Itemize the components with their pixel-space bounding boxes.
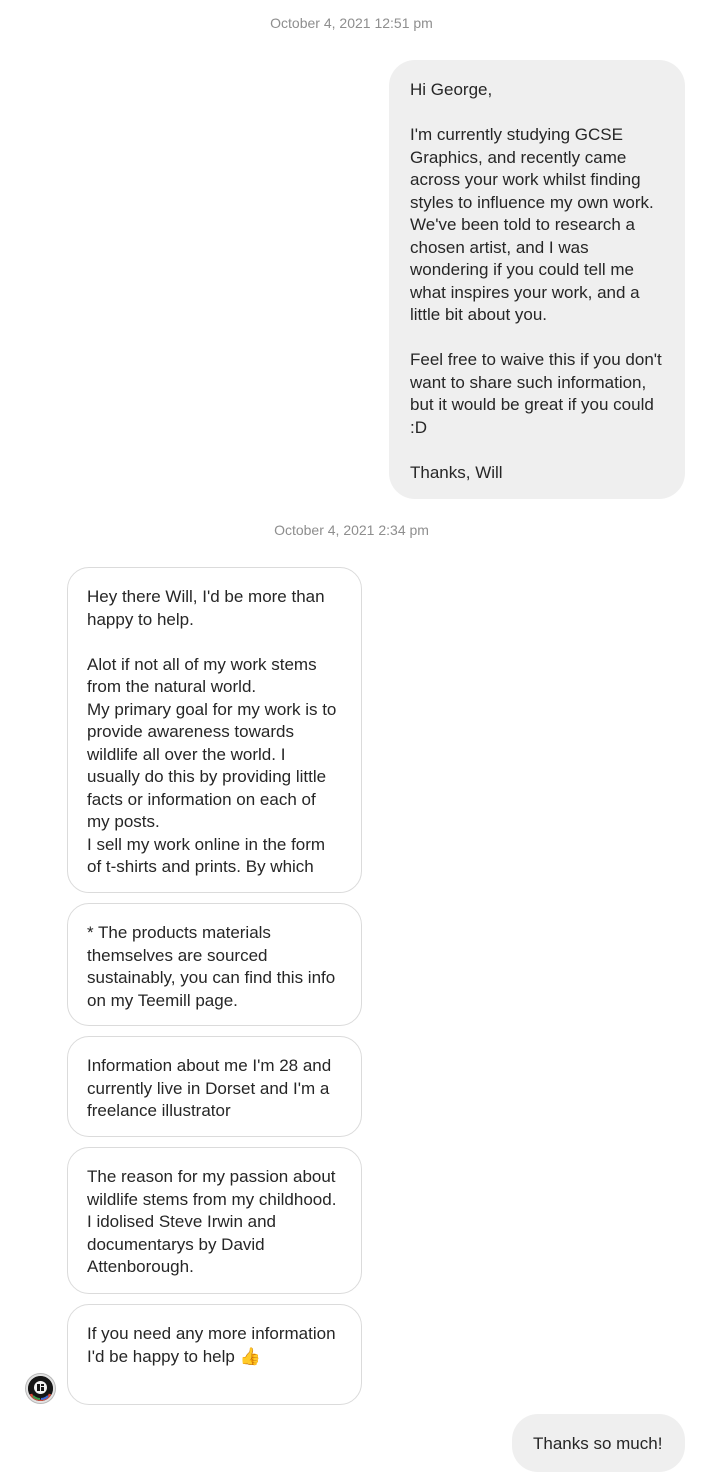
incoming-message[interactable]: If you need any more information I'd be … — [67, 1304, 362, 1405]
outgoing-message[interactable]: Thanks so much! — [512, 1414, 685, 1472]
timestamp: October 4, 2021 2:34 pm — [274, 522, 429, 538]
sender-avatar[interactable] — [26, 1374, 55, 1403]
thumbs-up-icon: 👍 — [239, 1346, 261, 1366]
timestamp: October 4, 2021 12:51 pm — [270, 15, 433, 31]
incoming-message[interactable]: * The products materials themselves are … — [67, 903, 362, 1026]
message-text: If you need any more information I'd be … — [87, 1324, 341, 1366]
outgoing-message[interactable]: Hi George, I'm currently studying GCSE G… — [389, 60, 685, 499]
incoming-message[interactable]: The reason for my passion about wildlife… — [67, 1147, 362, 1294]
incoming-message[interactable]: Hey there Will, I'd be more than happy t… — [67, 567, 362, 893]
sender-avatar-logo-icon — [28, 1376, 53, 1401]
incoming-message[interactable]: Information about me I'm 28 and currentl… — [67, 1036, 362, 1137]
